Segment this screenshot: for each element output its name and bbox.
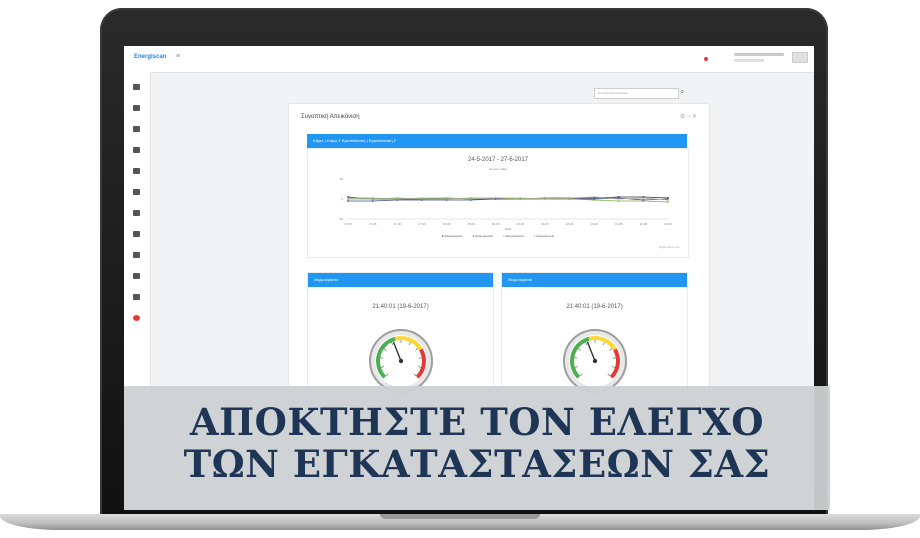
panel-tools[interactable]: ⚙ ‒ ✕ bbox=[680, 113, 697, 120]
gauge-hub bbox=[398, 358, 404, 364]
y-tick-label: 0 bbox=[341, 197, 343, 201]
data-point bbox=[617, 198, 620, 200]
data-point bbox=[667, 201, 669, 203]
power-icon[interactable] bbox=[133, 315, 140, 321]
data-point bbox=[371, 200, 374, 202]
legend-item[interactable]: ● Θερμοκρασία bbox=[472, 234, 493, 238]
brand-logo[interactable]: Energiscan bbox=[134, 54, 166, 60]
chart-credits[interactable]: Highcharts.com bbox=[659, 245, 680, 249]
data-point bbox=[642, 197, 645, 199]
data-point bbox=[396, 198, 399, 200]
document-icon[interactable] bbox=[133, 231, 140, 237]
legend-item[interactable]: ● Θερμοκρασία bbox=[503, 234, 524, 238]
menu-icon[interactable]: ≡ bbox=[176, 53, 180, 60]
x-tick-label: 18-06 bbox=[566, 222, 574, 226]
x-tick-label: 18-06 bbox=[516, 222, 524, 226]
data-point bbox=[371, 197, 374, 199]
x-tick-label: 19-06 bbox=[664, 222, 672, 226]
calendar-icon[interactable] bbox=[133, 273, 140, 279]
x-tick-label: 17-06 bbox=[418, 222, 426, 226]
x-tick-label: 17-06 bbox=[393, 222, 401, 226]
x-tick-label: 19-06 bbox=[590, 222, 598, 226]
panel-title: Συνοπτική Απεικόνιση bbox=[301, 114, 360, 120]
home-icon[interactable] bbox=[133, 84, 140, 90]
headline-line-2: ΤΩΝ ΕΓΚΑΤΑΣΤΑΣΕΩΝ ΣΑΣ bbox=[183, 442, 771, 486]
x-tick-label: 19-06 bbox=[615, 222, 623, 226]
x-axis-label: Date bbox=[505, 227, 512, 231]
x-tick-label: 19-06 bbox=[640, 222, 648, 226]
data-point bbox=[494, 197, 497, 199]
chart-legend[interactable]: ● Θερμοκρασία ● Θερμοκρασία ● Θερμοκρασία ●… bbox=[308, 234, 688, 238]
legend-item[interactable]: ● Θερμοκρασία bbox=[442, 234, 463, 238]
x-tick-label: 18-06 bbox=[467, 222, 475, 226]
y-tick-label: 20 bbox=[340, 177, 344, 181]
data-point bbox=[347, 197, 349, 199]
x-tick-label: 18-06 bbox=[541, 222, 549, 226]
laptop-notch bbox=[380, 514, 540, 519]
gauge-header: Θερμοκρασία bbox=[502, 273, 687, 287]
data-point bbox=[617, 200, 620, 202]
notification-icon[interactable] bbox=[704, 57, 708, 61]
wrench-icon[interactable] bbox=[133, 210, 140, 216]
user-name bbox=[734, 53, 784, 56]
alarm-icon[interactable] bbox=[133, 252, 140, 258]
user-role bbox=[734, 59, 764, 62]
top-bar: Energiscan ≡ bbox=[124, 46, 814, 73]
share-icon[interactable] bbox=[133, 126, 140, 132]
chart-subtitle: Source: Data bbox=[489, 167, 507, 171]
x-tick-label: 18-06 bbox=[443, 222, 451, 226]
gauge-dial bbox=[369, 329, 433, 393]
dashboard-icon[interactable] bbox=[133, 105, 140, 111]
report-icon[interactable] bbox=[133, 294, 140, 300]
data-point bbox=[445, 197, 448, 199]
chart-icon[interactable] bbox=[133, 168, 140, 174]
gauge-header: Θερμοκρασία bbox=[308, 273, 493, 287]
gauge-time: 21:40:01 (19-6-2017) bbox=[566, 304, 623, 310]
data-point bbox=[593, 199, 596, 201]
gauge-dial bbox=[563, 329, 627, 393]
gauge-hub bbox=[592, 358, 598, 364]
data-point bbox=[568, 197, 571, 199]
data-point bbox=[470, 198, 472, 200]
x-tick-label: 17-06 bbox=[369, 222, 377, 226]
gauge-time: 21:40:01 (19-6-2017) bbox=[372, 304, 429, 310]
data-point bbox=[642, 200, 645, 202]
data-point bbox=[544, 198, 546, 200]
x-tick-label: 18-06 bbox=[492, 222, 500, 226]
data-point bbox=[593, 196, 596, 198]
folder-icon[interactable] bbox=[133, 147, 140, 153]
legend-item[interactable]: ● Θερμοκρασία bbox=[534, 234, 555, 238]
data-point bbox=[519, 197, 522, 199]
data-point bbox=[420, 197, 423, 199]
data-point bbox=[667, 199, 669, 201]
user-menu-button[interactable] bbox=[792, 52, 808, 63]
breadcrumb[interactable]: Κτίριο | Κτίριο 1 Εγκατάσταση | Εγκατάστ… bbox=[307, 134, 687, 148]
installation-search-input[interactable]: Επιλέξτε Εγκατάσταση bbox=[594, 88, 679, 99]
line-chart: 200-2017-06 17-06 17-06 17-06 18-06 18-06 18-0… bbox=[339, 177, 673, 231]
chart-title: 24-5-2017 - 27-6-2017 bbox=[467, 157, 529, 163]
headline-banner: ΑΠΟΚΤΗΣΤΕ ΤΟΝ ΕΛΕΓΧΟ ΤΩΝ ΕΓΚΑΤΑΣΤΑΣΕΩΝ Σ… bbox=[124, 386, 830, 510]
data-point bbox=[347, 200, 349, 202]
grid-icon[interactable] bbox=[133, 189, 140, 195]
search-icon[interactable]: ⌕ bbox=[680, 87, 690, 98]
x-tick-label: 17-06 bbox=[344, 222, 352, 226]
headline-line-1: ΑΠΟΚΤΗΣΤΕ ΤΟΝ ΕΛΕΓΧΟ bbox=[189, 400, 765, 444]
line-chart-card: 20 0 -20 17-06 17-06 17-06 17-06 18-06 18-06 18-0… bbox=[307, 148, 689, 258]
y-tick-label: -20 bbox=[339, 217, 344, 221]
